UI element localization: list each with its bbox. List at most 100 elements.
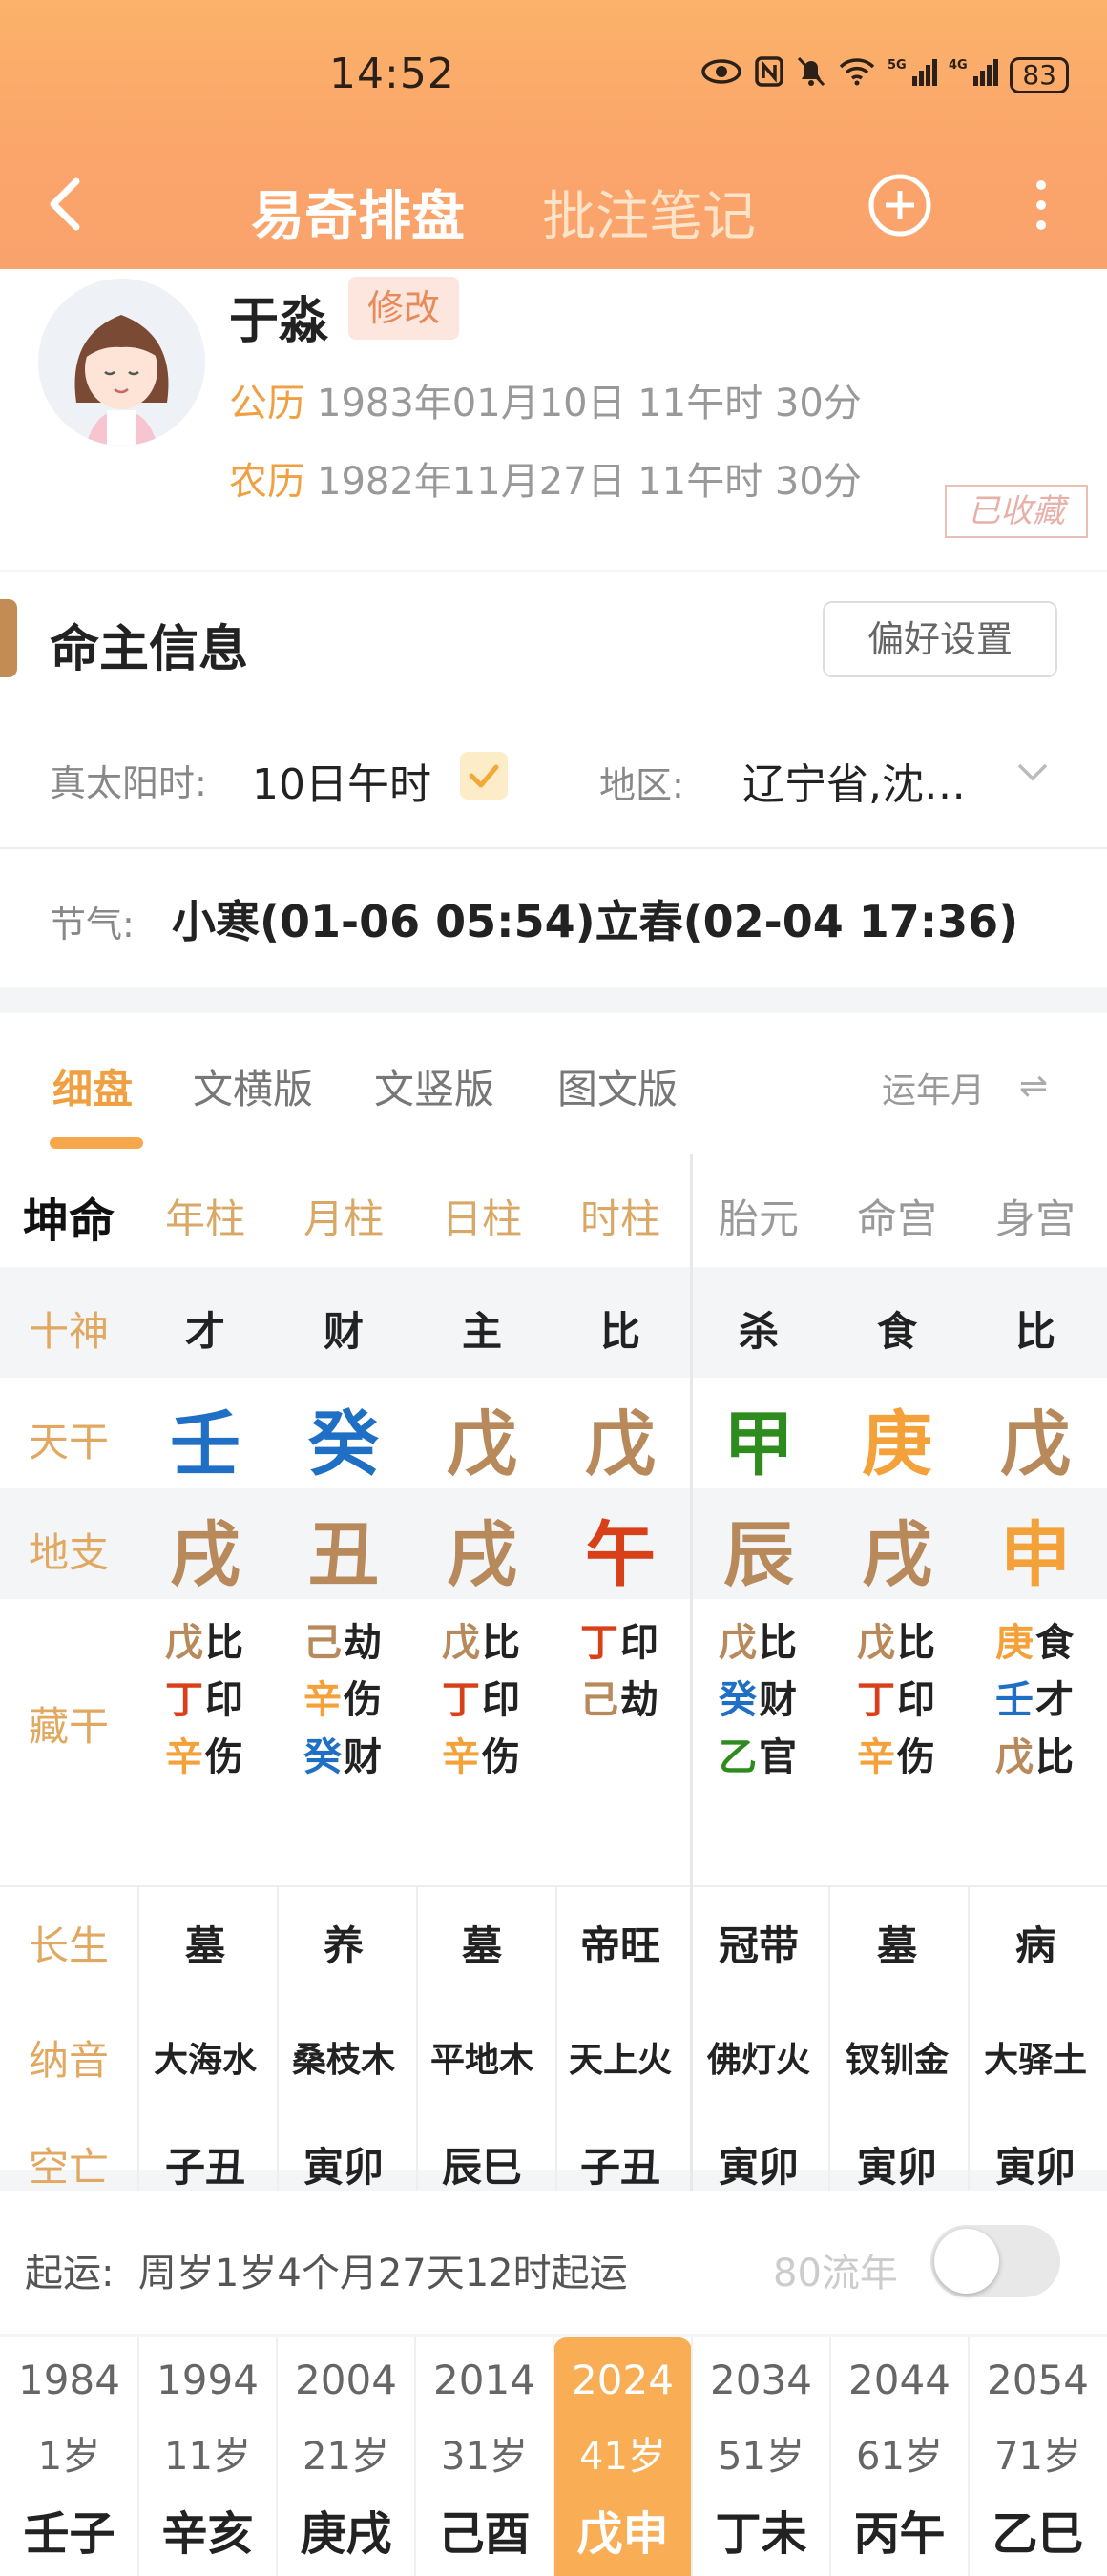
tab-tuwen[interactable]: 图文版: [557, 1057, 678, 1115]
dizhi-cell: 午: [585, 1514, 656, 1596]
toggle-knob: [934, 2229, 999, 2294]
tab-xipan[interactable]: 细盘: [52, 1057, 133, 1115]
dayun-year: 1984: [18, 2357, 120, 2403]
dayun-age: 61岁: [856, 2435, 943, 2479]
canggan-stem: 庚: [995, 1621, 1034, 1665]
kongwang-cell: 寅卯: [994, 2144, 1076, 2191]
add-button[interactable]: [867, 172, 933, 239]
true-solar-checkbox[interactable]: [460, 752, 508, 800]
tiangan-cell: 癸: [308, 1403, 379, 1485]
status-icons: 5G 4G 83: [700, 55, 1069, 95]
dizhi-cell: 申: [1000, 1514, 1071, 1596]
canggan-item: 辛伤: [165, 1729, 261, 1786]
table-column-divider: [555, 1885, 557, 2225]
canggan-stem: 丁: [580, 1621, 618, 1665]
dayun-year: 2024: [572, 2357, 674, 2403]
solar-label: 公历: [229, 382, 305, 426]
tiangan-cell: 庚: [862, 1403, 932, 1485]
liunian-toggle[interactable]: [930, 2225, 1060, 2297]
canggan-item: 丁印: [442, 1672, 537, 1729]
dayun-item[interactable]: 2054 71岁 乙巳: [969, 2337, 1107, 2576]
dayun-item[interactable]: 2014 31岁 己酉: [415, 2337, 554, 2576]
nayin-cell: 钗钏金: [845, 2041, 949, 2080]
canggan-shishen: 食: [1035, 1621, 1074, 1665]
canggan-stem: 丁: [857, 1678, 895, 1722]
owner-info-section: 命主信息 偏好设置 真太阳时: 10日午时 地区: 辽宁省,沈… 节气: 小寒(…: [0, 572, 1107, 987]
plus-circle-icon: [868, 174, 931, 237]
canggan-shishen: 伤: [482, 1735, 520, 1779]
kongwang-cell: 辰巳: [441, 2144, 522, 2191]
canggan-shishen: 财: [759, 1678, 797, 1722]
kongwang-cell: 子丑: [164, 2144, 245, 2191]
canggan-item: 己劫: [303, 1614, 399, 1672]
dayun-divider: [829, 2337, 831, 2576]
canggan-stem: 戊: [857, 1621, 895, 1665]
tab-wenheng[interactable]: 文横版: [193, 1057, 313, 1115]
column-header: 时柱: [579, 1195, 660, 1242]
tiangan-cell: 壬: [170, 1403, 240, 1485]
girl-avatar-icon: [38, 279, 205, 446]
canggan-item: 戊比: [719, 1614, 814, 1672]
tab-notes[interactable]: 批注笔记: [542, 174, 756, 251]
canggan-item: 辛伤: [303, 1672, 399, 1729]
canggan-stem: 辛: [442, 1735, 480, 1779]
nayin-row-label: 纳音: [28, 2037, 109, 2084]
battery-indicator: 83: [1010, 57, 1069, 93]
tab-wenshu[interactable]: 文竖版: [374, 1057, 494, 1115]
canggan-item: 戊比: [857, 1614, 952, 1672]
solar-date-row: 公历 1983年01月10日 11午时 30分: [229, 372, 862, 427]
chevron-down-icon: [1017, 763, 1048, 781]
table-column-divider: [416, 1885, 418, 2225]
tiangan-cell: 戊: [1000, 1403, 1071, 1485]
qiyun-row: 起运: 周岁1岁4个月27天12时起运 80流年: [0, 2191, 1107, 2334]
signal-4g-icon: 4G: [949, 55, 999, 95]
back-button[interactable]: [38, 166, 95, 242]
dayun-item[interactable]: 1984 1岁 壬子: [0, 2337, 138, 2576]
yun-nian-yue-toggle[interactable]: 运年月: [882, 1063, 985, 1112]
dayun-ganzhi: 己酉: [438, 2507, 531, 2561]
tab-paipan[interactable]: 易奇排盘: [251, 174, 465, 251]
avatar[interactable]: [38, 279, 205, 446]
dayun-item[interactable]: 2044 61岁 丙午: [830, 2337, 969, 2576]
lower-table: 长生 墓 养 墓 帝旺 冠带 墓 病纳音 大海水 桑枝木 平地木 天上火 佛灯火 钗钏金 大驿土 空亡 子丑 寅卯…: [0, 1885, 1107, 2225]
region-value[interactable]: 辽宁省,沈…: [742, 750, 966, 811]
status-bar: 14:52 5G 4G 83: [0, 0, 1107, 153]
canggan-cell: 己劫 辛伤 癸财: [303, 1614, 399, 1786]
canggan-item: 辛伤: [857, 1729, 952, 1786]
nayin-cell: 天上火: [568, 2041, 672, 2080]
canggan-stem: 戊: [995, 1735, 1034, 1779]
more-menu-button[interactable]: [1027, 172, 1055, 239]
gender-label: 坤命: [22, 1195, 115, 1248]
canggan-item: 丁印: [165, 1672, 261, 1729]
changsheng-cell: 帝旺: [579, 1922, 660, 1969]
dayun-divider: [414, 2337, 416, 2576]
tiangan-row: 天干壬癸戊戊甲庚戊: [0, 1378, 1107, 1488]
dayun-age: 51岁: [718, 2435, 804, 2479]
dizhi-cell: 戌: [862, 1514, 932, 1596]
mute-bell-icon: [796, 55, 826, 95]
dayun-item[interactable]: 2024 41岁 戊申: [554, 2337, 692, 2576]
canggan-cell: 丁印 己劫: [580, 1614, 676, 1729]
changsheng-cell: 病: [1014, 1922, 1055, 1969]
dayun-item[interactable]: 1994 11岁 辛亥: [138, 2337, 277, 2576]
region-label: 地区:: [599, 764, 684, 806]
nayin-cell: 大海水: [153, 2041, 257, 2080]
kongwang-cell: 寅卯: [718, 2144, 799, 2191]
dayun-ganzhi: 乙巳: [992, 2507, 1084, 2561]
tiangan-cell: 甲: [723, 1403, 794, 1485]
column-header: 年柱: [164, 1195, 245, 1242]
dayun-item[interactable]: 2034 51岁 丁未: [692, 2337, 830, 2576]
collected-stamp[interactable]: 已收藏: [945, 485, 1088, 538]
edit-button[interactable]: 修改: [348, 277, 459, 340]
changsheng-cell: 冠带: [718, 1922, 799, 1969]
canggan-stem: 乙: [719, 1735, 757, 1779]
preference-button[interactable]: 偏好设置: [823, 601, 1057, 677]
dayun-divider: [137, 2337, 139, 2576]
swap-icon[interactable]: ⇌: [1019, 1067, 1048, 1106]
canggan-item: 戊比: [165, 1614, 261, 1672]
canggan-cell: 戊比 丁印 辛伤: [857, 1614, 952, 1786]
canggan-shishen: 劫: [344, 1621, 382, 1665]
dayun-item[interactable]: 2004 21岁 庚戌: [277, 2337, 415, 2576]
shishen-cell: 杀: [738, 1308, 779, 1355]
region-dropdown[interactable]: [1013, 752, 1052, 790]
